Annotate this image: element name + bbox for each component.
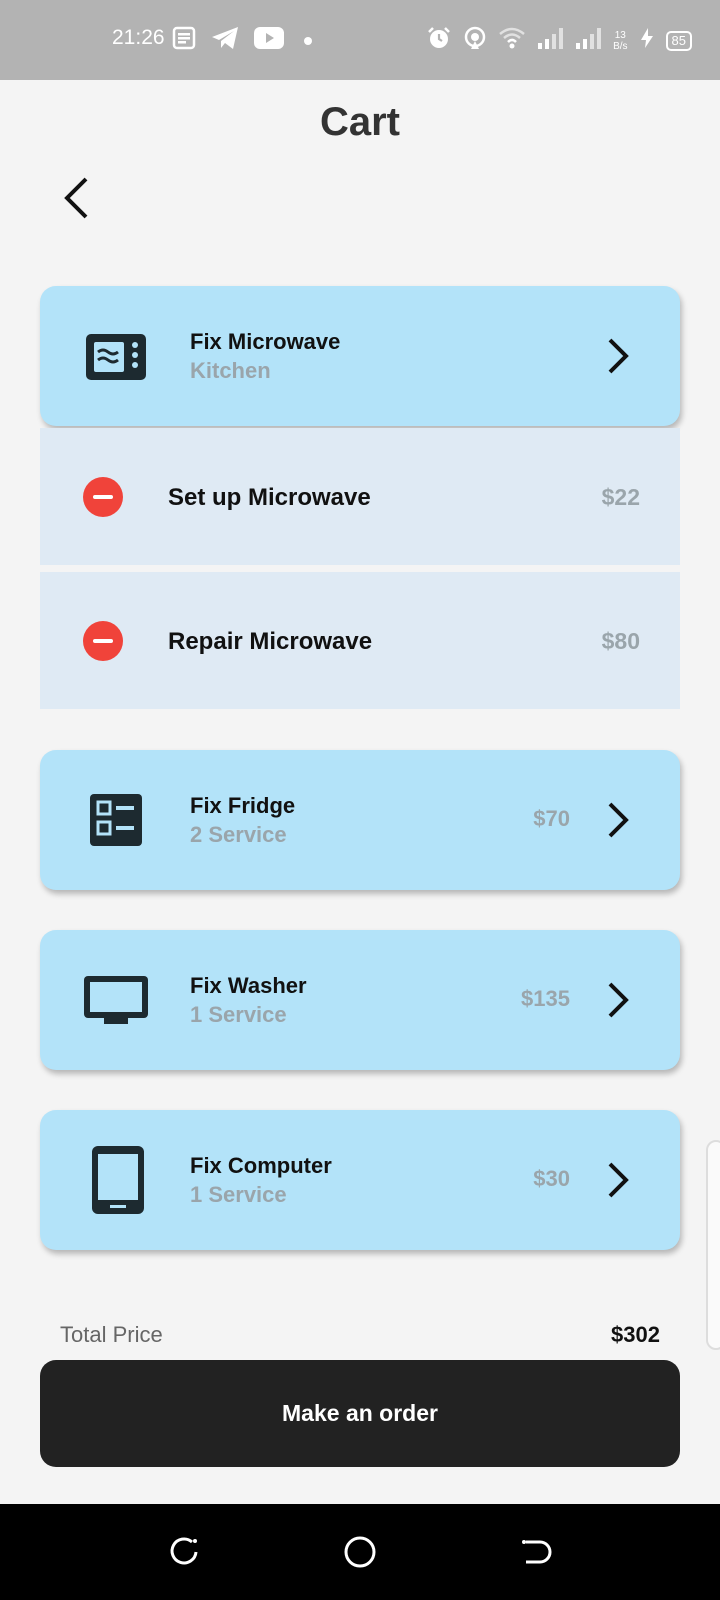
fridge-icon <box>90 794 142 846</box>
signal-icon <box>537 27 564 54</box>
status-bar: 21:26 13 B/s 85 <box>0 0 720 80</box>
sub-item-name: Set up Microwave <box>168 484 371 511</box>
cart-group-computer[interactable]: Fix Computer 1 Service $30 <box>40 1110 680 1250</box>
total-price-label: Total Price <box>60 1322 163 1347</box>
group-title: Fix Fridge <box>190 793 296 818</box>
edge-panel-handle[interactable] <box>706 1140 720 1350</box>
sub-item-repair-microwave: Repair Microwave $80 <box>40 572 680 709</box>
chevron-right-icon <box>608 1162 629 1198</box>
sub-item-name: Repair Microwave <box>168 628 373 655</box>
sub-item-set-up-microwave: Set up Microwave $22 <box>40 428 680 565</box>
group-price: $135 <box>521 986 570 1011</box>
battery-level: 85 <box>665 30 692 51</box>
youtube-icon <box>254 27 284 54</box>
net-speed-unit: B/s <box>613 40 628 52</box>
news-icon <box>172 26 196 55</box>
group-subtitle: Kitchen <box>190 358 271 383</box>
cart-group-washer[interactable]: Fix Washer 1 Service $135 <box>40 930 680 1070</box>
chevron-right-icon <box>608 802 629 838</box>
group-subtitle: 1 Service <box>190 1182 287 1207</box>
status-time: 21:26 <box>112 26 165 49</box>
charging-icon <box>640 27 654 54</box>
cart-group-microwave[interactable]: Fix Microwave Kitchen <box>40 286 680 426</box>
net-speed-value: 13 <box>614 29 626 41</box>
group-title: Fix Microwave <box>190 329 341 354</box>
alarm-icon <box>427 26 451 55</box>
cart-group-fridge[interactable]: Fix Fridge 2 Service $70 <box>40 750 680 890</box>
home-icon[interactable] <box>342 1534 378 1570</box>
page-title: Cart <box>319 100 401 144</box>
back-button[interactable] <box>56 172 96 224</box>
telegram-icon <box>210 26 240 55</box>
remove-button[interactable] <box>83 477 123 517</box>
group-title: Fix Computer <box>190 1153 332 1178</box>
group-price: $70 <box>533 806 570 831</box>
monitor-icon <box>84 976 148 1024</box>
group-subtitle: 2 Service <box>190 822 287 847</box>
group-subtitle: 1 Service <box>190 1002 287 1027</box>
remove-button[interactable] <box>83 621 123 661</box>
net-speed: 13 B/s <box>613 30 627 52</box>
microwave-icon <box>86 334 146 380</box>
signal-icon-2 <box>575 27 602 54</box>
group-price: $30 <box>533 1166 570 1191</box>
sub-item-price: $22 <box>601 484 640 510</box>
wifi-icon <box>499 27 525 54</box>
recents-icon[interactable] <box>166 1534 202 1570</box>
group-title: Fix Washer <box>190 973 307 998</box>
chevron-right-icon <box>608 338 629 374</box>
navigation-bar <box>0 1504 720 1600</box>
sub-item-price: $80 <box>601 628 640 654</box>
total-price-value: $302 <box>611 1322 660 1347</box>
dot-icon <box>298 28 318 53</box>
make-order-button[interactable]: Make an order <box>40 1360 680 1467</box>
hotspot-icon <box>463 26 487 55</box>
chevron-left-icon <box>64 177 88 219</box>
chevron-right-icon <box>608 982 629 1018</box>
back-nav-icon[interactable] <box>518 1534 554 1570</box>
tablet-icon <box>92 1146 144 1214</box>
